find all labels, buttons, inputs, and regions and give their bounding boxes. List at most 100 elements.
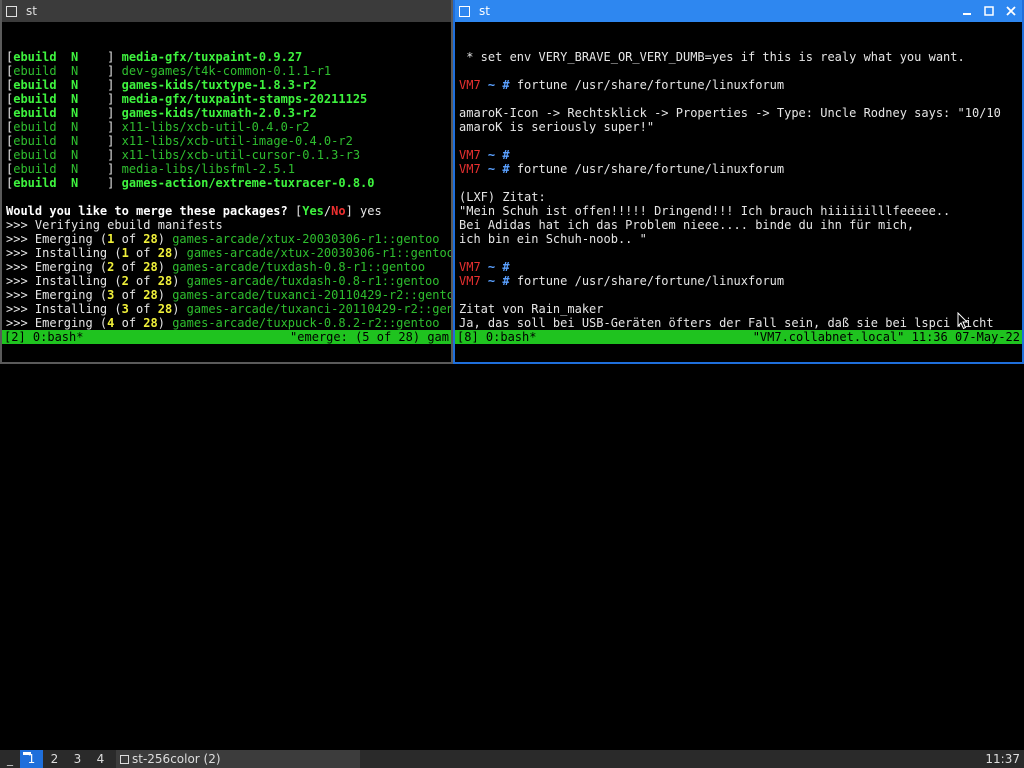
terminal-line: [ebuild N ] dev-games/t4k-common-0.1.1-r… <box>6 64 451 78</box>
terminal-text: ) <box>157 260 173 274</box>
terminal-text: ) <box>157 288 173 302</box>
taskbar-task-st[interactable]: st-256color (2) <box>116 750 360 768</box>
terminal-line: (LXF) Zitat: <box>459 190 1022 204</box>
terminal-text: of <box>114 232 144 246</box>
terminal-text: games-arcade/tuxdash-0.8-r1::gentoo <box>186 274 440 288</box>
terminal-text: of <box>128 274 158 288</box>
terminal-text: ] <box>107 162 122 176</box>
terminal-text: media-gfx/tuxpaint-stamps-20211125 <box>121 92 368 106</box>
window-icon <box>120 754 129 764</box>
clock: 11:37 <box>985 752 1020 766</box>
workspace-tag-4[interactable]: 4 <box>89 750 112 768</box>
maximize-icon <box>984 6 994 16</box>
terminal-text: >>> Verifying ebuild manifests <box>6 218 223 232</box>
terminal-text: ) <box>172 246 187 260</box>
terminal-text: of <box>114 288 144 302</box>
left-terminal-content[interactable]: [ebuild N ] media-gfx/tuxpaint-0.9.27 [eb… <box>2 22 451 344</box>
terminal-text: >>> Installing ( <box>6 246 122 260</box>
taskbar: _ 1234 st-256color (2) 11:37 <box>0 750 1024 768</box>
terminal-text: N <box>56 50 108 64</box>
right-terminal-window[interactable]: st * set env VERY_BRAVE_OR_VERY_DUMB=yes… <box>453 0 1024 364</box>
terminal-text: N <box>56 120 108 134</box>
maximize-button[interactable] <box>982 4 996 18</box>
terminal-line: [ebuild N ] media-libs/libsfml-2.5.1 <box>6 162 451 176</box>
terminal-text: of <box>128 302 158 316</box>
workspace-tag-1[interactable]: 1 <box>20 750 43 768</box>
terminal-text: ~ # <box>480 78 517 92</box>
left-window-titlebar[interactable]: st <box>2 0 451 22</box>
workspace-tags: 1234 <box>20 750 112 768</box>
terminal-text: ] <box>107 92 122 106</box>
terminal-text: ebuild <box>13 148 57 162</box>
terminal-text: (LXF) Zitat: <box>459 190 546 204</box>
right-status-right: "VM7.collabnet.local" 11:36 07-May-22 <box>752 330 1020 344</box>
terminal-line: >>> Installing (2 of 28) games-arcade/tu… <box>6 274 451 288</box>
terminal-text: ebuild <box>13 134 57 148</box>
terminal-text: games-arcade/tuxpuck-0.8.2-r2::gentoo <box>172 316 440 330</box>
terminal-text: ebuild <box>13 78 57 92</box>
terminal-text: No <box>331 204 346 218</box>
terminal-text: ~ # <box>480 162 517 176</box>
terminal-line: [ebuild N ] media-gfx/tuxpaint-0.9.27 <box>6 50 451 64</box>
close-button[interactable] <box>1004 4 1018 18</box>
terminal-text: ] <box>107 50 122 64</box>
terminal-text: Would you like to merge these packages? <box>6 204 295 218</box>
right-terminal-content[interactable]: * set env VERY_BRAVE_OR_VERY_DUMB=yes if… <box>455 22 1022 344</box>
window-icon <box>459 5 470 17</box>
terminal-line: Ja, das soll bei USB-Geräten öfters der … <box>459 316 1022 330</box>
terminal-text: * set env VERY_BRAVE_OR_VERY_DUMB=yes if… <box>459 50 965 64</box>
terminal-text: x11-libs/xcb-util-cursor-0.1.3-r3 <box>121 148 361 162</box>
terminal-text: of <box>114 316 144 330</box>
left-tmux-status-bar: [2] 0:bash* "emerge: (5 of 28) gam <box>2 330 451 344</box>
left-terminal-window[interactable]: st [ebuild N ] media-gfx/tuxpaint-0.9.27… <box>0 0 453 364</box>
right-window-title: st <box>479 4 490 18</box>
terminal-text: ) <box>172 302 187 316</box>
terminal-text: VM7 <box>459 274 481 288</box>
terminal-text: 28 <box>157 274 173 288</box>
layout-indicator-icon[interactable]: _ <box>0 750 20 768</box>
terminal-text: "Mein Schuh ist offen!!!!! Dringend!!! I… <box>459 204 951 218</box>
terminal-line: [ebuild N ] games-action/extreme-tuxrace… <box>6 176 451 190</box>
terminal-text: of <box>128 246 158 260</box>
terminal-text: amaroK is seriously super!" <box>459 120 655 134</box>
terminal-line: [ebuild N ] x11-libs/xcb-util-image-0.4.… <box>6 134 451 148</box>
left-status-left: [2] 0:bash* <box>4 330 84 344</box>
terminal-text: ] <box>107 120 122 134</box>
terminal-line: VM7 ~ # fortune /usr/share/fortune/linux… <box>459 78 1022 92</box>
terminal-text: ebuild <box>13 92 57 106</box>
terminal-text: 28 <box>157 246 173 260</box>
terminal-text: 1 <box>121 246 129 260</box>
workspace-tag-2[interactable]: 2 <box>43 750 66 768</box>
terminal-text: fortune /usr/share/fortune/linuxforum <box>516 162 785 176</box>
terminal-line: >>> Emerging (3 of 28) games-arcade/tuxa… <box>6 288 451 302</box>
terminal-text: ebuild <box>13 162 57 176</box>
minimize-button[interactable] <box>960 4 974 18</box>
terminal-text: ] <box>107 78 122 92</box>
terminal-text: 28 <box>143 260 158 274</box>
terminal-text: fortune /usr/share/fortune/linuxforum <box>516 274 785 288</box>
right-window-titlebar[interactable]: st <box>455 0 1022 22</box>
terminal-text: VM7 <box>459 260 481 274</box>
terminal-text: games-arcade/xtux-20030306-r1::gentoo <box>186 246 451 260</box>
terminal-text: Yes <box>302 204 324 218</box>
terminal-line: [ebuild N ] x11-libs/xcb-util-0.4.0-r2 <box>6 120 451 134</box>
terminal-text: ) <box>157 232 173 246</box>
terminal-text: 2 <box>121 274 129 288</box>
terminal-text: >>> Emerging ( <box>6 316 108 330</box>
terminal-text: ebuild <box>13 106 57 120</box>
terminal-text: ] <box>107 134 122 148</box>
terminal-text: games-kids/tuxmath-2.0.3-r2 <box>121 106 317 120</box>
terminal-text: dev-games/t4k-common-0.1.1-r1 <box>121 64 332 78</box>
left-status-right: "emerge: (5 of 28) gam <box>290 330 449 344</box>
terminal-text: >>> Installing ( <box>6 302 122 316</box>
terminal-text: Bei Adidas hat ich das Problem nieee....… <box>459 218 915 232</box>
terminal-text: of <box>114 260 144 274</box>
terminal-text: ich bin ein Schuh-noob.. " <box>459 232 647 246</box>
workspace-tag-3[interactable]: 3 <box>66 750 89 768</box>
terminal-text: ] <box>107 64 122 78</box>
